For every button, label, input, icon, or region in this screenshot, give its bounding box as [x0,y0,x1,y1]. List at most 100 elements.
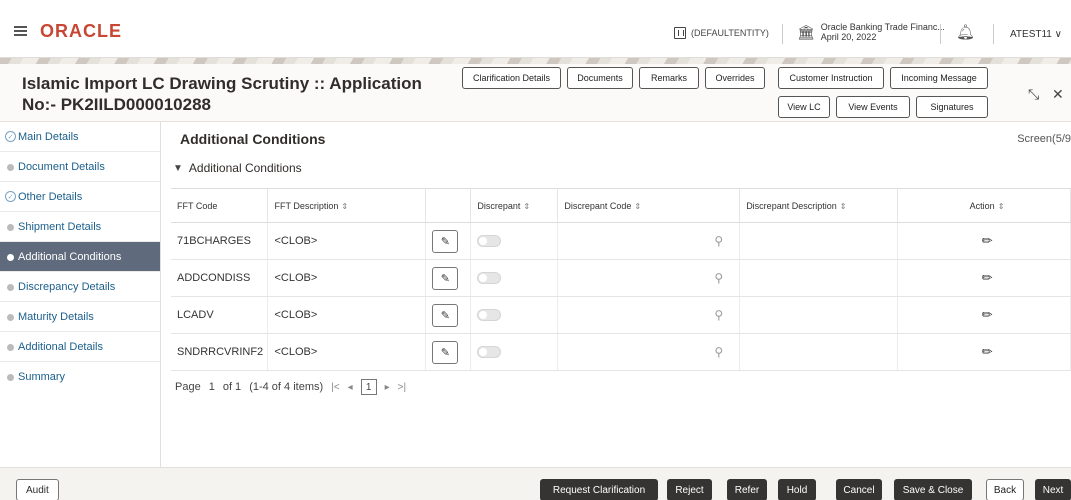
sort-icon[interactable]: ⇕ [341,202,348,211]
pager-label: Page [175,381,201,393]
documents-button[interactable]: Documents [567,67,633,89]
sort-icon[interactable]: ⇕ [998,202,1005,211]
sort-icon[interactable]: ⇕ [634,202,641,211]
next-page-icon[interactable]: ▸ [385,382,390,393]
edit-description-icon[interactable]: ✎ [432,266,459,290]
sidebar-item-maturity-details[interactable]: Maturity Details [0,302,160,332]
sidebar-item-discrepancy-details[interactable]: Discrepancy Details [0,272,160,302]
sort-icon[interactable]: ⇕ [840,202,847,211]
fft-description-cell: <CLOB> [267,296,427,334]
sidebar-item-additional-conditions[interactable]: Additional Conditions [0,242,160,272]
fft-code-cell: SNDRRCVRINF2 [171,333,269,371]
check-icon: ✓ [5,131,16,142]
title-area: Islamic Import LC Drawing Scrutiny :: Ap… [0,64,1071,122]
incoming-message-button[interactable]: Incoming Message [890,67,988,89]
hold-button[interactable]: Hold [778,479,816,500]
building-icon [674,27,686,39]
overrides-button[interactable]: Overrides [705,67,765,89]
view-events-button[interactable]: View Events [836,96,910,118]
discrepant-code-cell[interactable]: ⚲ [557,296,741,334]
oracle-logo: ORACLE [40,21,122,41]
search-icon[interactable]: ⚲ [714,308,723,322]
step-dot-icon [7,374,14,381]
search-icon[interactable]: ⚲ [714,271,723,285]
next-button[interactable]: Next [1035,479,1071,500]
divider [782,24,783,44]
fft-description-cell: <CLOB> [267,259,427,297]
discrepant-description-cell [739,259,899,297]
page-title: Islamic Import LC Drawing Scrutiny :: Ap… [22,74,422,114]
col-header-discrepant-description[interactable]: Discrepant Description ⇕ [739,188,899,223]
bank-date: April 20, 2022 [820,32,877,42]
divider [940,24,941,44]
refer-button[interactable]: Refer [727,479,767,500]
signatures-button[interactable]: Signatures [916,96,988,118]
request-clarification-button[interactable]: Request Clarification [540,479,658,500]
pencil-icon[interactable]: ✏ [904,270,1070,286]
close-icon[interactable]: ✕ [1052,86,1064,103]
bell-icon[interactable]: 🔔︎ [956,23,975,41]
entity-selector[interactable]: (DEFAULTENTITY) [674,27,769,39]
pencil-icon[interactable]: ✏ [904,233,1070,249]
view-lc-button[interactable]: View LC [778,96,830,118]
col-header-discrepant-code[interactable]: Discrepant Code ⇕ [557,188,741,223]
prev-page-icon[interactable]: ◂ [348,382,353,393]
main-content: Additional Conditions Screen(5/9 ▼ Addit… [161,122,1071,467]
col-header-fft-description[interactable]: FFT Description ⇕ [267,188,427,223]
table-row: ADDCONDISS <CLOB> ✎ ⚲ ✏ [171,259,1071,297]
chevron-down-icon: ▼ [173,162,183,174]
subsection-header[interactable]: ▼ Additional Conditions [173,161,302,175]
pager-items: (1-4 of 4 items) [249,381,324,393]
bank-icon: 🏛 [797,23,815,40]
discrepant-toggle[interactable] [477,235,502,247]
additional-conditions-table: FFT Code FFT Description ⇕ Discrepant ⇕ Di… [171,188,1071,371]
pencil-icon[interactable]: ✏ [904,307,1070,323]
fft-code-cell: ADDCONDISS [171,259,269,297]
hamburger-icon[interactable] [14,26,27,36]
step-dot-icon [7,254,14,261]
user-menu[interactable]: ATEST11 ∨ [1010,29,1062,40]
discrepant-code-cell[interactable]: ⚲ [557,222,741,260]
table-row: SNDRRCVRINF2 <CLOB> ✎ ⚲ ✏ [171,333,1071,371]
discrepant-code-cell[interactable]: ⚲ [557,259,741,297]
remarks-button[interactable]: Remarks [639,67,699,89]
edit-description-icon[interactable]: ✎ [432,303,459,327]
customer-instruction-button[interactable]: Customer Instruction [778,67,884,89]
discrepant-toggle[interactable] [477,346,502,358]
reject-button[interactable]: Reject [667,479,712,500]
fft-description-cell: <CLOB> [267,333,427,371]
edit-description-icon[interactable]: ✎ [432,229,459,253]
back-button[interactable]: Back [986,479,1024,500]
pager-current[interactable]: 1 [209,381,215,393]
col-header-fft-code[interactable]: FFT Code [171,188,269,223]
first-page-icon[interactable]: |< [331,382,339,393]
col-header-discrepant[interactable]: Discrepant ⇕ [470,188,559,223]
collapse-icon[interactable]: ⤡ [1028,86,1039,103]
sidebar-item-summary[interactable]: Summary [0,362,160,392]
sort-icon[interactable]: ⇕ [523,202,530,211]
audit-button[interactable]: Audit [16,479,59,500]
page-number-button[interactable]: 1 [360,379,377,395]
search-icon[interactable]: ⚲ [714,234,723,248]
pencil-icon[interactable]: ✏ [904,344,1070,360]
search-icon[interactable]: ⚲ [714,345,723,359]
last-page-icon[interactable]: >| [398,382,406,393]
discrepant-toggle[interactable] [477,272,502,284]
branch-selector[interactable]: 🏛 Oracle Banking Trade Financ... April 2… [797,22,945,42]
fft-code-cell: 71BCHARGES [171,222,269,260]
discrepant-toggle[interactable] [477,309,502,321]
discrepant-description-cell [739,222,899,260]
discrepant-code-cell[interactable]: ⚲ [557,333,741,371]
col-header-action[interactable]: Action ⇕ [897,188,1071,223]
cancel-button[interactable]: Cancel [836,479,882,500]
discrepant-description-cell [739,296,899,334]
sidebar-item-document-details[interactable]: Document Details [0,152,160,182]
clarification-details-button[interactable]: Clarification Details [462,67,561,89]
edit-description-icon[interactable]: ✎ [432,340,459,364]
sidebar-item-shipment-details[interactable]: Shipment Details [0,212,160,242]
sidebar-item-other-details[interactable]: ✓ Other Details [0,182,160,212]
sidebar-item-additional-details[interactable]: Additional Details [0,332,160,362]
pagination: Page 1 of 1 (1-4 of 4 items) |< ◂ 1 ▸ >| [175,379,406,395]
save-close-button[interactable]: Save & Close [894,479,972,500]
sidebar-item-main-details[interactable]: ✓ Main Details [0,122,160,152]
